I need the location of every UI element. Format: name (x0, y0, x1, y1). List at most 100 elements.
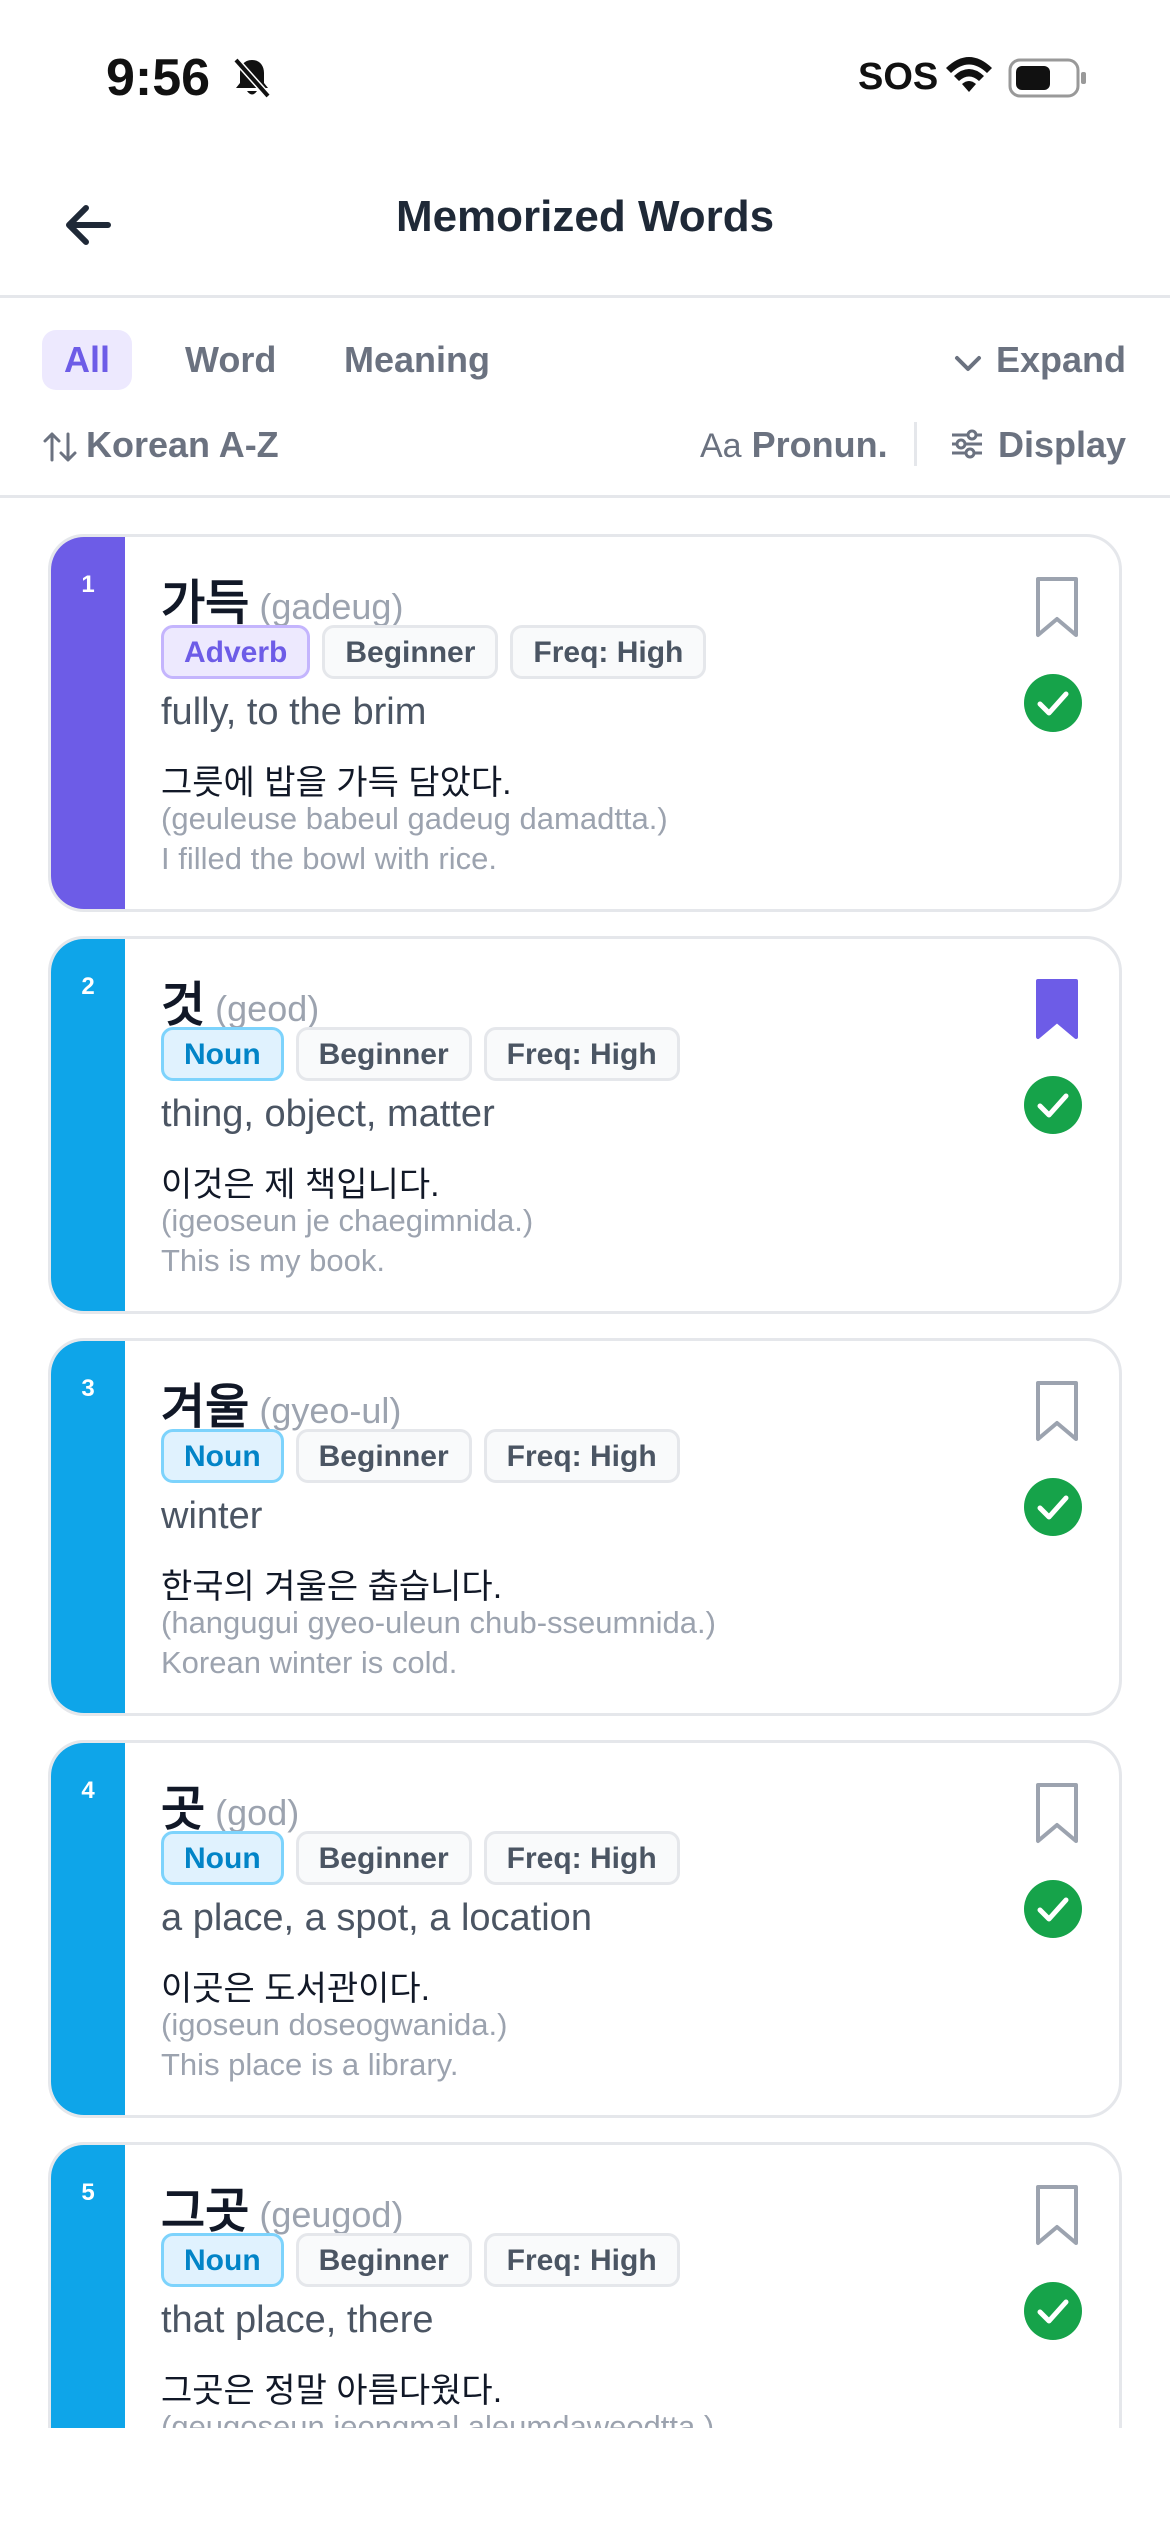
example-translation: I filled the bowl with rice. (161, 841, 497, 876)
word-romanization: (gadeug) (259, 586, 404, 627)
example-translation: This place is a library. (161, 2047, 459, 2082)
example-sentence: 그곳은 정말 아름다웠다. (161, 2372, 503, 2410)
page-title: Memorized Words (395, 192, 775, 241)
korean-word: 것 (161, 979, 206, 1032)
tag-list: Noun Beginner Freq: High (161, 1027, 692, 1081)
bookmark-button[interactable] (1033, 575, 1081, 639)
font-size-icon: Aa (700, 427, 742, 465)
word-heading: 가득 (gadeug) (161, 563, 403, 633)
bookmark-filled-icon (1036, 979, 1078, 1039)
example-romanization: (geuleuse babeul gadeug damadtta.) (161, 801, 668, 836)
display-button[interactable]: Display (950, 418, 1126, 472)
level-tag: Beginner (295, 1027, 472, 1081)
sliders-icon (950, 420, 984, 474)
word-meaning: fully, to the brim (161, 691, 427, 733)
check-circle-icon (1024, 1880, 1082, 1938)
word-meaning: winter (161, 1495, 263, 1537)
memorized-check-button[interactable] (1023, 1879, 1083, 1939)
word-card[interactable]: 5 그곳 (geugod) Noun Beginner Freq: High that… (48, 2142, 1122, 2428)
example-sentence: 그릇에 밥을 가득 담았다. (161, 764, 512, 802)
word-heading: 것 (geod) (161, 965, 319, 1035)
example-romanization: (hangugui gyeo-uleun chub-sseumnida.) (161, 1605, 716, 1640)
carrier-label: SOS (858, 56, 939, 98)
memorized-check-button[interactable] (1023, 1075, 1083, 1135)
level-tag: Beginner (295, 1429, 472, 1483)
word-card[interactable]: 3 겨울 (gyeo-ul) Noun Beginner Freq: High win… (48, 1338, 1122, 1716)
sort-arrows-icon (43, 432, 77, 462)
level-tag: Beginner (295, 2233, 472, 2287)
word-meaning: that place, there (161, 2299, 434, 2341)
pos-tag: Adverb (161, 625, 311, 679)
example-sentence: 이것은 제 책입니다. (161, 1166, 440, 1204)
pos-tag: Noun (161, 2233, 284, 2287)
bookmark-button[interactable] (1033, 1781, 1081, 1845)
bell-off-icon (232, 56, 272, 105)
expand-button[interactable]: Expand (954, 330, 1126, 390)
level-tag: Beginner (322, 625, 499, 679)
tab-meaning[interactable]: Meaning (322, 330, 512, 390)
sort-label: Korean A-Z (86, 424, 279, 465)
example-sentence: 한국의 겨울은 춥습니다. (161, 1568, 503, 1606)
check-circle-icon (1024, 674, 1082, 732)
sort-button[interactable]: Korean A-Z (42, 418, 279, 472)
word-card[interactable]: 1 가득 (gadeug) Adverb Beginner Freq: High fu… (48, 534, 1122, 912)
display-label: Display (998, 424, 1127, 465)
tag-list: Noun Beginner Freq: High (161, 2233, 692, 2287)
frequency-tag: Freq: High (483, 1027, 680, 1081)
frequency-tag: Freq: High (483, 1429, 680, 1483)
memorized-check-button[interactable] (1023, 673, 1083, 733)
card-number: 5 (81, 2179, 95, 2206)
chevron-down-icon (954, 332, 982, 392)
check-circle-icon (1024, 2282, 1082, 2340)
pronunciation-toggle[interactable]: Aa Pronun. (700, 418, 888, 472)
word-card[interactable]: 4 곳 (god) Noun Beginner Freq: High a place,… (48, 1740, 1122, 2118)
korean-word: 가득 (161, 577, 250, 630)
word-romanization: (geod) (215, 988, 320, 1029)
memorized-check-button[interactable] (1023, 2281, 1083, 2341)
check-circle-icon (1024, 1076, 1082, 1134)
korean-word: 겨울 (161, 1381, 250, 1434)
tab-word[interactable]: Word (163, 330, 298, 390)
tag-list: Adverb Beginner Freq: High (161, 625, 718, 679)
example-romanization: (igoseun doseogwanida.) (161, 2007, 508, 2042)
word-card[interactable]: 2 것 (geod) Noun Beginner Freq: High thing, … (48, 936, 1122, 1314)
expand-label: Expand (995, 339, 1126, 380)
level-tag: Beginner (295, 1831, 472, 1885)
example-translation: This is my book. (161, 1243, 385, 1278)
bookmark-button[interactable] (1033, 2183, 1081, 2247)
word-list: 1 가득 (gadeug) Adverb Beginner Freq: High fu… (0, 500, 1170, 2428)
filter-bar: All Word Meaning Expand Korean A-Z Aa Pro… (0, 298, 1170, 498)
pos-tag: Noun (161, 1027, 284, 1081)
korean-word: 그곳 (161, 2185, 250, 2238)
tab-all[interactable]: All (42, 330, 133, 390)
tag-list: Noun Beginner Freq: High (161, 1429, 692, 1483)
word-romanization: (god) (215, 1792, 300, 1833)
word-meaning: a place, a spot, a location (161, 1897, 592, 1939)
pos-tag: Noun (161, 1429, 284, 1483)
card-number: 1 (81, 571, 95, 598)
korean-word: 곳 (161, 1783, 206, 1836)
status-time: 9:56 (106, 49, 211, 107)
tag-list: Noun Beginner Freq: High (161, 1831, 692, 1885)
memorized-check-button[interactable] (1023, 1477, 1083, 1537)
bookmark-button[interactable] (1033, 977, 1081, 1041)
frequency-tag: Freq: High (483, 2233, 680, 2287)
bookmark-outline-icon (1036, 577, 1078, 637)
bookmark-outline-icon (1036, 2185, 1078, 2245)
word-romanization: (gyeo-ul) (259, 1390, 402, 1431)
example-sentence: 이곳은 도서관이다. (161, 1970, 431, 2008)
example-romanization: (geugoseun jeongmal aleumdaweodtta.) (161, 2409, 715, 2428)
status-bar: 9:56 SOS (0, 0, 1170, 150)
pos-tag: Noun (161, 1831, 284, 1885)
card-number: 4 (81, 1777, 95, 1804)
pronunciation-label: Pronun. (751, 424, 888, 465)
bookmark-button[interactable] (1033, 1379, 1081, 1443)
example-translation: Korean winter is cold. (161, 1645, 458, 1680)
word-meaning: thing, object, matter (161, 1093, 495, 1135)
card-number: 3 (81, 1375, 95, 1402)
toolbar-divider (914, 422, 917, 466)
header: Memorized Words (0, 150, 1170, 298)
bookmark-outline-icon (1036, 1783, 1078, 1843)
battery-icon (1008, 58, 1090, 103)
word-heading: 그곳 (geugod) (161, 2171, 403, 2241)
